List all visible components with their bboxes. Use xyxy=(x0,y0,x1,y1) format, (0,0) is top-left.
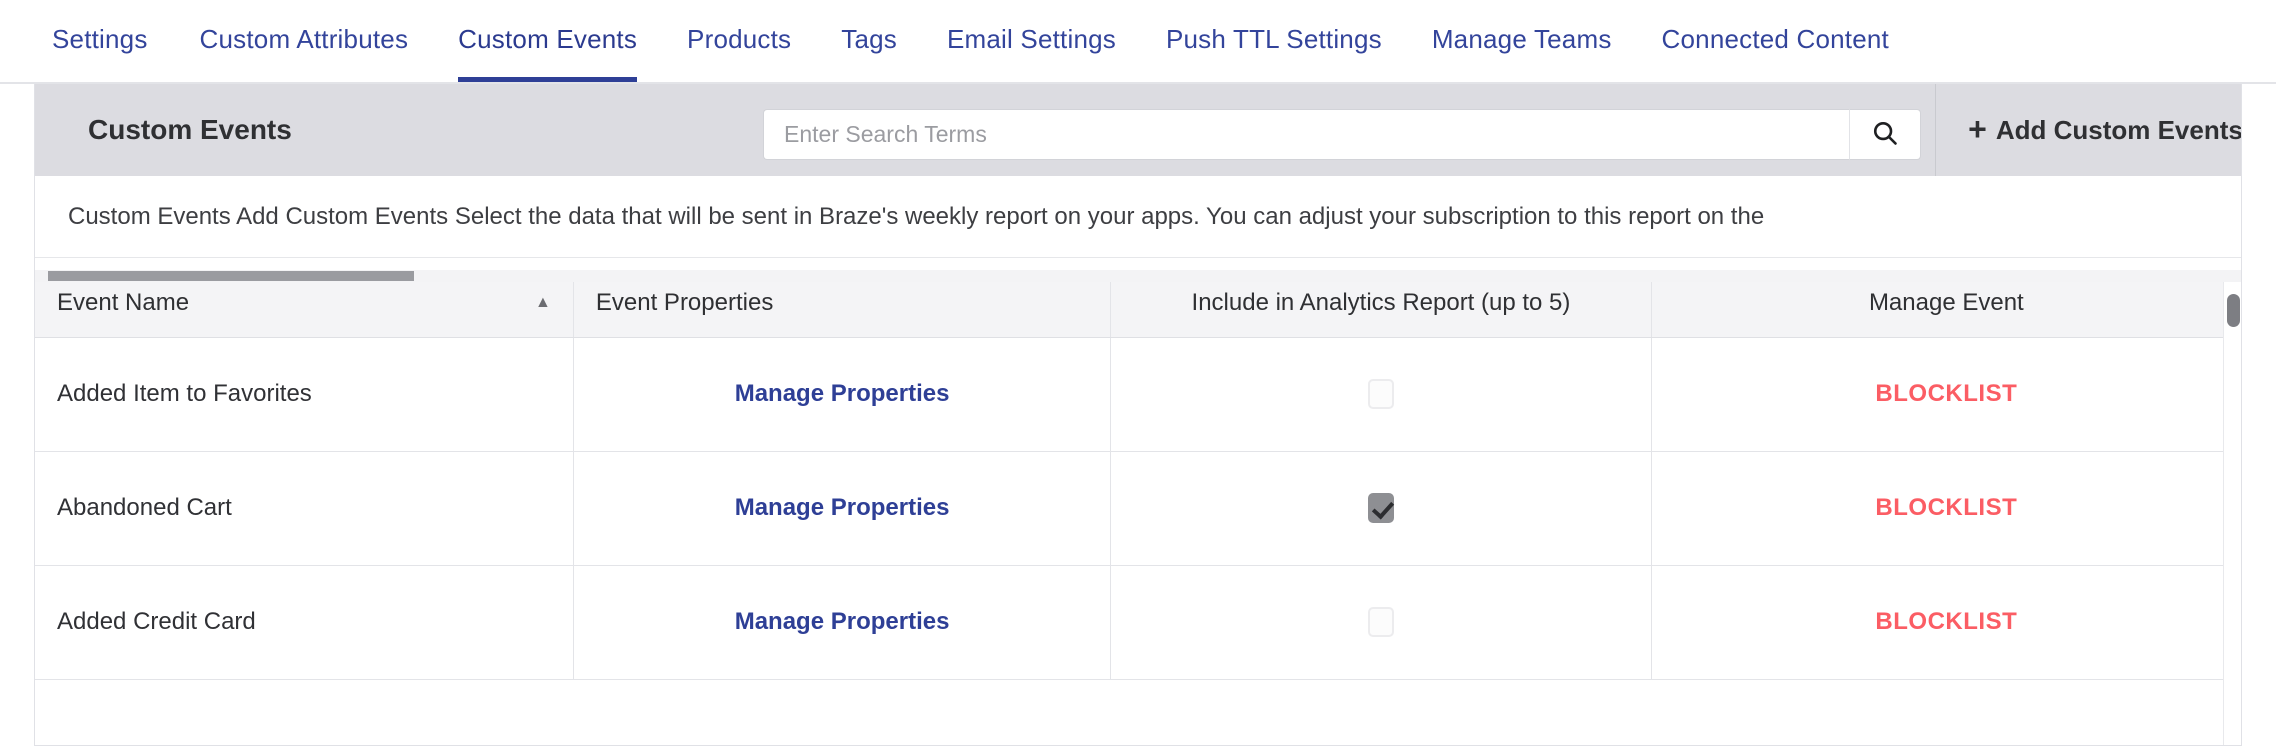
add-custom-events-label: Add Custom Events xyxy=(1995,114,2242,145)
table-body: Added Item to Favorites Manage Propertie… xyxy=(35,337,2241,680)
vertical-scrollbar-thumb[interactable] xyxy=(2227,294,2240,327)
tab-connected-content[interactable]: Connected Content xyxy=(1662,0,1889,82)
cell-manage-event: BLOCKLIST xyxy=(1651,337,2241,452)
manage-properties-link[interactable]: Manage Properties xyxy=(735,380,950,407)
search-button[interactable] xyxy=(1849,109,1921,160)
vertical-scrollbar[interactable] xyxy=(2223,282,2241,745)
cell-include-in-report xyxy=(1110,565,1652,680)
tab-products[interactable]: Products xyxy=(687,0,791,82)
search-icon xyxy=(1870,118,1900,151)
manage-properties-link[interactable]: Manage Properties xyxy=(735,608,950,635)
plus-icon: + xyxy=(1968,111,1987,147)
search-bar xyxy=(763,109,1921,160)
tab-manage-teams[interactable]: Manage Teams xyxy=(1432,0,1612,82)
blocklist-link[interactable]: BLOCKLIST xyxy=(1875,380,2017,407)
tab-push-ttl-settings[interactable]: Push TTL Settings xyxy=(1166,0,1382,82)
tab-email-settings[interactable]: Email Settings xyxy=(947,0,1116,82)
table-row: Abandoned Cart Manage Properties BLOCKLI… xyxy=(35,451,2241,566)
column-header-include-label: Include in Analytics Report (up to 5) xyxy=(1191,289,1571,317)
cell-include-in-report xyxy=(1110,451,1652,566)
custom-events-panel: Custom Events + Add Custom Events Custom… xyxy=(34,84,2242,746)
custom-events-table: Event Name ▲ Event Properties Include in… xyxy=(35,270,2241,680)
table-row: Added Credit Card Manage Properties BLOC… xyxy=(35,565,2241,680)
blocklist-link[interactable]: BLOCKLIST xyxy=(1875,494,2017,521)
search-input[interactable] xyxy=(763,109,1849,160)
tab-custom-attributes[interactable]: Custom Attributes xyxy=(200,0,409,82)
add-custom-events-button[interactable]: + Add Custom Events xyxy=(1935,84,2242,176)
cell-event-name: Abandoned Cart xyxy=(35,451,574,566)
cell-manage-event: BLOCKLIST xyxy=(1651,565,2241,680)
cell-include-in-report xyxy=(1110,337,1652,452)
manage-properties-link[interactable]: Manage Properties xyxy=(735,494,950,521)
include-in-report-checkbox[interactable] xyxy=(1367,379,1394,409)
include-in-report-checkbox[interactable] xyxy=(1367,607,1394,637)
panel-description: Custom Events Add Custom Events Select t… xyxy=(35,176,2241,258)
tab-tags[interactable]: Tags xyxy=(841,0,897,82)
events-table-area: Event Name ▲ Event Properties Include in… xyxy=(35,270,2241,745)
blocklist-link[interactable]: BLOCKLIST xyxy=(1875,608,2017,635)
include-in-report-checkbox[interactable] xyxy=(1367,493,1394,523)
tab-settings[interactable]: Settings xyxy=(52,0,148,82)
table-row: Added Item to Favorites Manage Propertie… xyxy=(35,337,2241,452)
column-header-event-name-label: Event Name xyxy=(57,289,190,317)
tab-custom-events[interactable]: Custom Events xyxy=(458,0,638,82)
column-header-event-properties-label: Event Properties xyxy=(595,289,774,317)
cell-event-properties: Manage Properties xyxy=(573,451,1112,566)
horizontal-scrollbar-thumb[interactable] xyxy=(48,271,414,281)
cell-manage-event: BLOCKLIST xyxy=(1651,451,2241,566)
page-title: Custom Events xyxy=(88,114,292,145)
cell-event-properties: Manage Properties xyxy=(573,565,1112,680)
cell-event-name: Added Credit Card xyxy=(35,565,574,680)
cell-event-name: Added Item to Favorites xyxy=(35,337,574,452)
horizontal-scrollbar[interactable] xyxy=(35,270,2241,282)
settings-tab-bar: Settings Custom Attributes Custom Events… xyxy=(0,0,2276,84)
panel-header: Custom Events + Add Custom Events xyxy=(35,84,2241,176)
cell-event-properties: Manage Properties xyxy=(573,337,1112,452)
sort-ascending-icon[interactable]: ▲ xyxy=(535,294,551,312)
column-header-manage-event-label: Manage Event xyxy=(1868,289,2024,317)
